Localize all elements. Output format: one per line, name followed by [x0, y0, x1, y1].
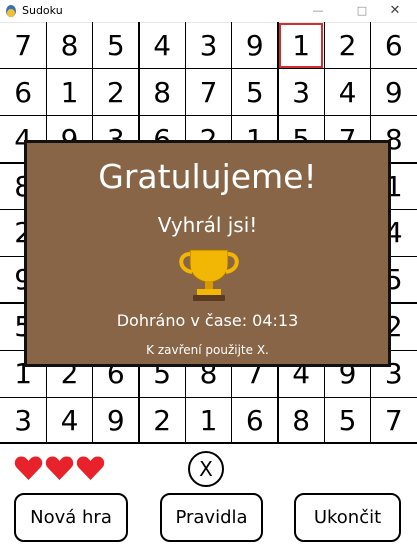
dialog-title: Gratulujeme! — [98, 157, 317, 196]
quit-button[interactable]: Ukončit — [294, 493, 401, 542]
grid-line-horizontal — [0, 396, 417, 398]
board-cell[interactable]: 4 — [46, 397, 92, 444]
heart-icon — [76, 456, 105, 480]
heart-icon — [45, 456, 74, 480]
board-cell[interactable]: 4 — [139, 22, 185, 69]
board-cell[interactable]: 3 — [185, 22, 231, 69]
board-cell[interactable]: 3 — [278, 69, 324, 116]
board-cell[interactable]: 8 — [46, 22, 92, 69]
minimize-button[interactable]: — — [296, 0, 340, 22]
board-cell[interactable]: 7 — [185, 69, 231, 116]
close-window-button[interactable]: ✕ — [373, 0, 417, 22]
window-title: Sudoku — [22, 4, 63, 17]
victory-dialog: Gratulujeme! Vyhrál jsi! Dohráno v čase:… — [24, 140, 391, 367]
board-cell[interactable]: 2 — [324, 22, 370, 69]
board-cell[interactable]: 5 — [324, 397, 370, 444]
grid-border-bottom — [0, 442, 417, 444]
board-cell[interactable]: 9 — [93, 397, 139, 444]
board-cell[interactable]: 7 — [371, 397, 417, 444]
board-cell[interactable]: 7 — [0, 22, 46, 69]
title-bar: Sudoku — □ ✕ — [0, 0, 417, 23]
board-cell[interactable]: 6 — [0, 69, 46, 116]
close-x-label: X — [199, 457, 213, 481]
board-cell[interactable]: 5 — [93, 22, 139, 69]
board-cell[interactable]: 2 — [93, 69, 139, 116]
grid-line-horizontal — [0, 68, 417, 70]
board-cell[interactable]: 1 — [46, 69, 92, 116]
board-cell[interactable]: 9 — [371, 69, 417, 116]
board-cell[interactable]: 3 — [0, 397, 46, 444]
board-cell[interactable]: 2 — [139, 397, 185, 444]
rules-button[interactable]: Pravidla — [160, 493, 263, 542]
board-cell[interactable]: 6 — [232, 397, 278, 444]
board-cell[interactable]: 8 — [278, 397, 324, 444]
board-cell[interactable]: 5 — [232, 69, 278, 116]
close-dialog-button[interactable]: X — [188, 451, 224, 487]
app-icon — [6, 5, 16, 17]
lives-indicator — [14, 455, 114, 485]
heart-icon — [14, 456, 43, 480]
board-cell[interactable]: 1 — [185, 397, 231, 444]
grid-line-horizontal — [0, 115, 417, 117]
board-cell[interactable]: 4 — [324, 69, 370, 116]
board-cell[interactable]: 9 — [232, 22, 278, 69]
close-hint: K zavření použijte X. — [146, 343, 269, 357]
new-game-button[interactable]: Nová hra — [14, 493, 128, 542]
completion-time: Dohráno v čase: 04:13 — [116, 311, 299, 330]
dialog-subtitle: Vyhrál jsi! — [157, 213, 258, 237]
selected-cell-highlight — [279, 23, 324, 68]
board-cell[interactable]: 6 — [371, 22, 417, 69]
trophy-icon — [179, 249, 239, 301]
board-cell[interactable]: 8 — [139, 69, 185, 116]
